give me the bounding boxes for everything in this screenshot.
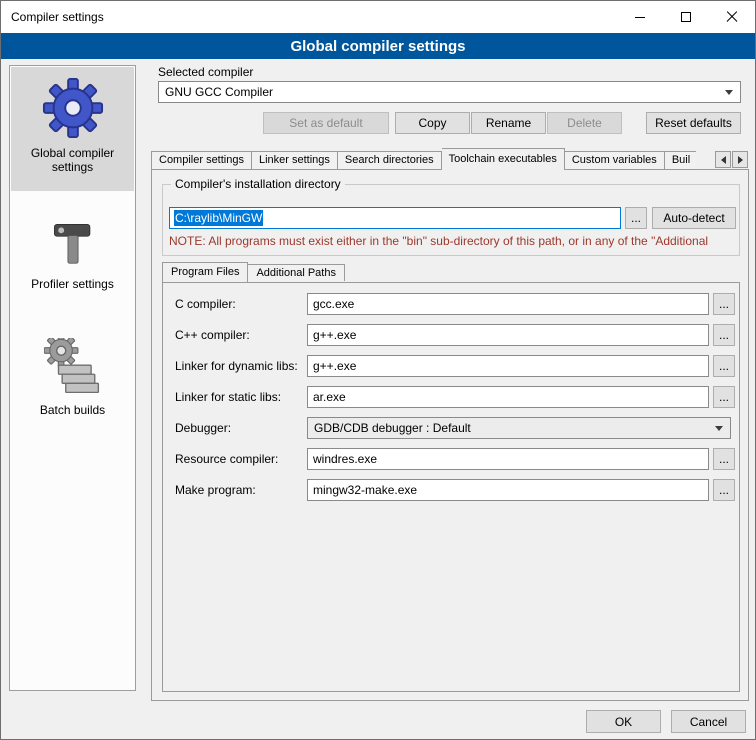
compiler-settings-dialog: Compiler settings Global compiler settin… bbox=[0, 0, 756, 740]
maximize-button[interactable] bbox=[663, 1, 709, 33]
close-icon bbox=[726, 11, 738, 23]
selected-compiler-label: Selected compiler bbox=[158, 65, 253, 79]
dialog-header: Global compiler settings bbox=[1, 33, 755, 59]
window-controls bbox=[617, 1, 755, 33]
toolchain-executables-panel: Compiler's installation directory C:\ray… bbox=[151, 169, 749, 701]
window-title: Compiler settings bbox=[11, 10, 104, 24]
install-dir-input[interactable]: C:\raylib\MinGW bbox=[169, 207, 621, 229]
field-row-debugger: Debugger: GDB/CDB debugger : Default bbox=[163, 417, 739, 439]
cancel-button[interactable]: Cancel bbox=[671, 710, 746, 733]
gear-blue-icon bbox=[42, 77, 104, 139]
copy-button[interactable]: Copy bbox=[395, 112, 470, 134]
sidebar-item-label: Batch builds bbox=[36, 403, 109, 417]
tab-toolchain-executables[interactable]: Toolchain executables bbox=[442, 148, 565, 170]
install-dir-selected-text: C:\raylib\MinGW bbox=[174, 210, 263, 226]
cpp-compiler-input[interactable] bbox=[307, 324, 709, 346]
tab-build-options-clipped[interactable]: Buil bbox=[665, 151, 696, 169]
c-compiler-label: C compiler: bbox=[175, 293, 236, 315]
profiler-tool-icon bbox=[46, 216, 100, 270]
cpp-compiler-label: C++ compiler: bbox=[175, 324, 250, 346]
resource-compiler-input[interactable] bbox=[307, 448, 709, 470]
program-files-panel: C compiler: ... C++ compiler: ... Linker… bbox=[162, 282, 740, 692]
auto-detect-button[interactable]: Auto-detect bbox=[652, 207, 736, 229]
linker-dynamic-browse-button[interactable]: ... bbox=[713, 355, 735, 377]
installation-directory-legend: Compiler's installation directory bbox=[171, 177, 345, 191]
selected-compiler-value: GNU GCC Compiler bbox=[165, 85, 273, 99]
sidebar-item-label: Profiler settings bbox=[27, 277, 118, 291]
debugger-dropdown[interactable]: GDB/CDB debugger : Default bbox=[307, 417, 731, 439]
linker-static-input[interactable] bbox=[307, 386, 709, 408]
delete-button[interactable]: Delete bbox=[547, 112, 622, 134]
c-compiler-input[interactable] bbox=[307, 293, 709, 315]
make-program-input[interactable] bbox=[307, 479, 709, 501]
settings-tabstrip: Compiler settings Linker settings Search… bbox=[151, 148, 696, 170]
reset-defaults-button[interactable]: Reset defaults bbox=[646, 112, 741, 134]
field-row-linker-dynamic: Linker for dynamic libs: ... bbox=[163, 355, 739, 377]
minimize-button[interactable] bbox=[617, 1, 663, 33]
sidebar: Global compiler settings Profiler settin… bbox=[9, 65, 136, 691]
tab-compiler-settings[interactable]: Compiler settings bbox=[151, 151, 252, 169]
sidebar-item-profiler-settings[interactable]: Profiler settings bbox=[11, 206, 134, 314]
tab-linker-settings[interactable]: Linker settings bbox=[252, 151, 338, 169]
linker-static-browse-button[interactable]: ... bbox=[713, 386, 735, 408]
maximize-icon bbox=[681, 12, 691, 22]
chevron-down-icon bbox=[725, 90, 733, 95]
tab-custom-variables[interactable]: Custom variables bbox=[565, 151, 665, 169]
chevron-down-icon bbox=[715, 426, 723, 431]
resource-compiler-browse-button[interactable]: ... bbox=[713, 448, 735, 470]
tab-scroll-right-button[interactable] bbox=[732, 151, 748, 168]
install-dir-browse-button[interactable]: ... bbox=[625, 207, 647, 229]
field-row-resource-compiler: Resource compiler: ... bbox=[163, 448, 739, 470]
program-files-tabstrip: Program Files Additional Paths bbox=[162, 262, 345, 282]
arrow-left-icon bbox=[721, 156, 726, 164]
titlebar: Compiler settings bbox=[1, 1, 755, 33]
sidebar-item-batch-builds[interactable]: Batch builds bbox=[11, 328, 134, 446]
field-row-make-program: Make program: ... bbox=[163, 479, 739, 501]
minimize-icon bbox=[635, 17, 645, 18]
resource-compiler-label: Resource compiler: bbox=[175, 448, 278, 470]
cpp-compiler-browse-button[interactable]: ... bbox=[713, 324, 735, 346]
linker-static-label: Linker for static libs: bbox=[175, 386, 281, 408]
c-compiler-browse-button[interactable]: ... bbox=[713, 293, 735, 315]
subtab-program-files[interactable]: Program Files bbox=[162, 262, 248, 282]
debugger-value: GDB/CDB debugger : Default bbox=[314, 421, 471, 435]
ok-button[interactable]: OK bbox=[586, 710, 661, 733]
subtab-additional-paths[interactable]: Additional Paths bbox=[248, 264, 345, 281]
sidebar-item-label: Global compiler settings bbox=[11, 146, 134, 174]
installation-directory-groupbox: Compiler's installation directory C:\ray… bbox=[162, 184, 740, 256]
tab-search-directories[interactable]: Search directories bbox=[338, 151, 442, 169]
field-row-c-compiler: C compiler: ... bbox=[163, 293, 739, 315]
make-program-label: Make program: bbox=[175, 479, 256, 501]
field-row-linker-static: Linker for static libs: ... bbox=[163, 386, 739, 408]
debugger-label: Debugger: bbox=[175, 417, 231, 439]
batch-builds-icon bbox=[44, 338, 102, 396]
rename-button[interactable]: Rename bbox=[471, 112, 546, 134]
close-button[interactable] bbox=[709, 1, 755, 33]
linker-dynamic-label: Linker for dynamic libs: bbox=[175, 355, 298, 377]
note-text: NOTE: All programs must exist either in … bbox=[169, 234, 737, 248]
tab-scroll-left-button[interactable] bbox=[715, 151, 731, 168]
dialog-header-title: Global compiler settings bbox=[290, 38, 465, 55]
sidebar-item-global-compiler-settings[interactable]: Global compiler settings bbox=[11, 67, 134, 191]
set-as-default-button[interactable]: Set as default bbox=[263, 112, 389, 134]
field-row-cpp-compiler: C++ compiler: ... bbox=[163, 324, 739, 346]
arrow-right-icon bbox=[738, 156, 743, 164]
selected-compiler-dropdown[interactable]: GNU GCC Compiler bbox=[158, 81, 741, 103]
make-program-browse-button[interactable]: ... bbox=[713, 479, 735, 501]
linker-dynamic-input[interactable] bbox=[307, 355, 709, 377]
